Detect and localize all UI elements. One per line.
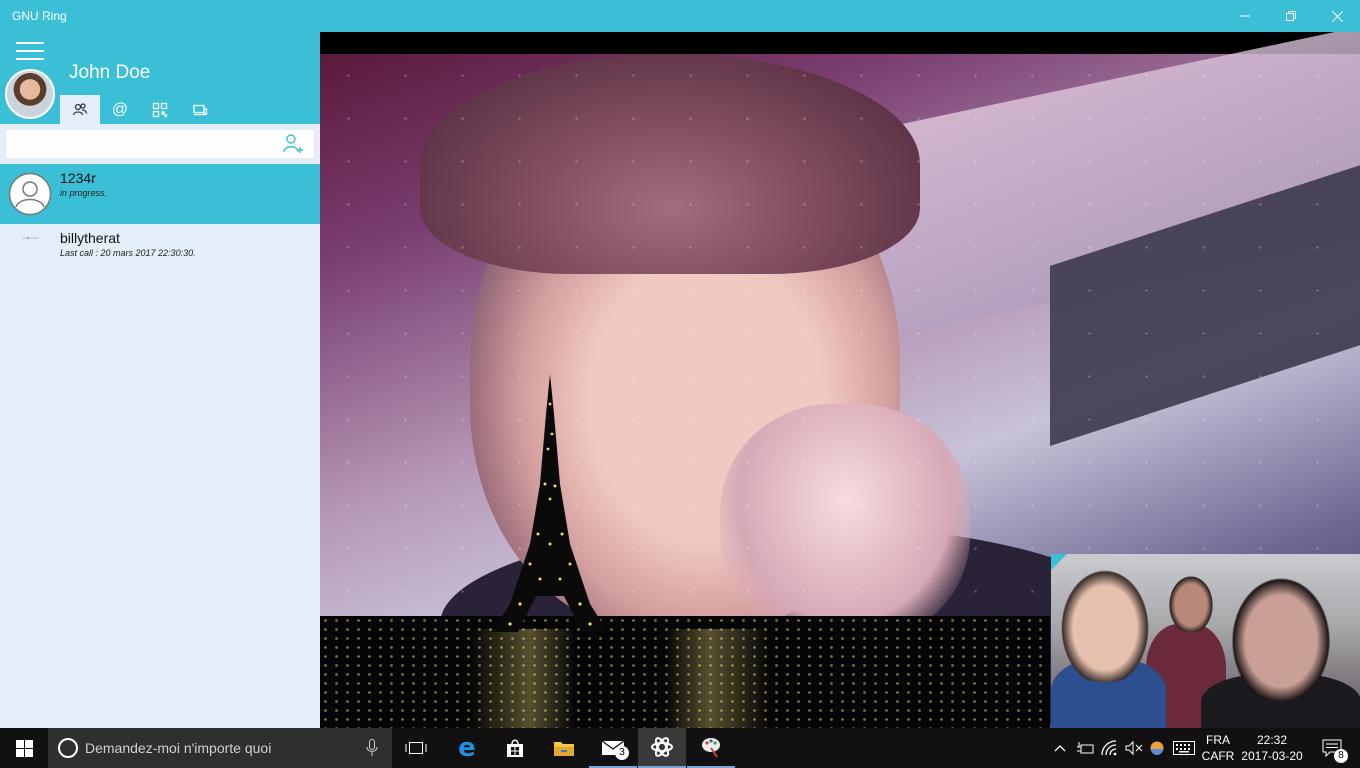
tab-account[interactable]: @ (100, 95, 140, 124)
weather-icon (1150, 741, 1164, 755)
weather-app-button[interactable] (1147, 728, 1167, 768)
contact-list-item[interactable]: billytherat Last call : 20 mars 2017 22:… (0, 224, 320, 284)
taskbar: Demandez-moi n'importe quoi e 3 FRA CAFR… (0, 728, 1360, 768)
contact-status: in progress. (60, 188, 108, 198)
file-explorer-button[interactable] (540, 728, 588, 768)
show-hidden-icons-button[interactable] (1052, 728, 1068, 768)
keyboard-layout-code: CAFR (1201, 749, 1235, 763)
devices-icon (193, 104, 208, 115)
contact-avatar-image (22, 237, 38, 239)
mail-badge: 3 (615, 746, 629, 760)
hamburger-menu-icon[interactable] (16, 42, 44, 60)
close-icon (1331, 10, 1343, 22)
add-contact-icon (283, 134, 303, 153)
tab-qr-code[interactable] (140, 95, 180, 124)
store-button[interactable] (491, 728, 539, 768)
cortana-icon (58, 738, 78, 758)
edge-browser-button[interactable]: e (443, 728, 491, 768)
volume-button[interactable] (1123, 728, 1145, 768)
contact-avatar (8, 232, 52, 276)
wifi-icon (1101, 740, 1117, 756)
folder-icon (554, 742, 574, 756)
touch-keyboard-button[interactable] (1171, 728, 1197, 768)
clock-time: 22:32 (1256, 733, 1288, 747)
self-preview-video[interactable] (1051, 554, 1360, 728)
paint-icon (702, 738, 720, 758)
minimize-icon (1240, 15, 1250, 17)
tab-devices[interactable] (180, 95, 220, 124)
add-contact-button[interactable] (282, 132, 308, 156)
clock-date: 2017-03-20 (1241, 749, 1303, 763)
paint-app-button[interactable] (687, 728, 735, 768)
power-status-button[interactable] (1074, 728, 1096, 768)
store-icon (507, 739, 523, 757)
system-clock[interactable]: 22:32 2017-03-20 (1240, 732, 1304, 764)
eiffel-tower-overlay (492, 374, 608, 632)
mail-button[interactable]: 3 (589, 728, 637, 768)
chevron-up-icon (1054, 745, 1066, 752)
contact-name: 1234r (60, 170, 96, 186)
account-username: John Doe (69, 62, 151, 83)
ring-app-icon (651, 737, 673, 757)
sidebar-tabs: @ (60, 95, 220, 124)
action-center-button[interactable]: 8 (1310, 728, 1354, 768)
preview-corner-marker (1051, 554, 1067, 570)
avatar[interactable] (5, 69, 55, 119)
volume-muted-icon (1125, 740, 1143, 756)
contact-avatar (8, 172, 52, 216)
search-box (6, 130, 314, 158)
contact-status: Last call : 20 mars 2017 22:30:30. (60, 248, 196, 258)
cortana-placeholder: Demandez-moi n'importe quoi (85, 740, 272, 756)
sidebar: John Doe @ 1234r in progress. billythera… (0, 32, 320, 728)
gnu-ring-taskbar-button[interactable] (638, 728, 686, 768)
tab-contacts[interactable] (60, 95, 100, 124)
microphone-icon[interactable] (366, 739, 378, 757)
edge-icon: e (458, 733, 476, 763)
search-input[interactable] (10, 134, 270, 154)
windows-logo-icon (15, 739, 33, 757)
contact-name: billytherat (60, 230, 120, 246)
battery-plug-icon (1077, 742, 1094, 754)
account-header: John Doe @ (0, 32, 320, 124)
default-avatar-icon (8, 172, 52, 216)
wifi-button[interactable] (1099, 728, 1121, 768)
app-window: GNU Ring John Doe @ 1234r in progress. b… (0, 0, 1360, 728)
qr-code-icon (152, 102, 168, 117)
keyboard-icon (1173, 741, 1195, 755)
restore-button[interactable] (1268, 0, 1314, 32)
task-view-icon (405, 742, 427, 754)
at-icon: @ (111, 100, 129, 118)
title-bar[interactable]: GNU Ring (0, 0, 1360, 32)
window-title: GNU Ring (12, 9, 67, 23)
notifications-badge: 8 (1334, 749, 1348, 763)
restore-icon (1286, 11, 1296, 21)
minimize-button[interactable] (1222, 0, 1268, 32)
start-button[interactable] (0, 728, 48, 768)
close-button[interactable] (1314, 0, 1360, 32)
cortana-search-box[interactable]: Demandez-moi n'importe quoi (48, 728, 392, 768)
input-language-indicator[interactable]: FRA CAFR (1200, 732, 1236, 764)
video-call-view[interactable] (320, 32, 1360, 728)
task-view-button[interactable] (392, 728, 440, 768)
language-code: FRA (1206, 733, 1230, 747)
contacts-icon (72, 102, 88, 115)
contact-list-item[interactable]: 1234r in progress. (0, 164, 320, 224)
